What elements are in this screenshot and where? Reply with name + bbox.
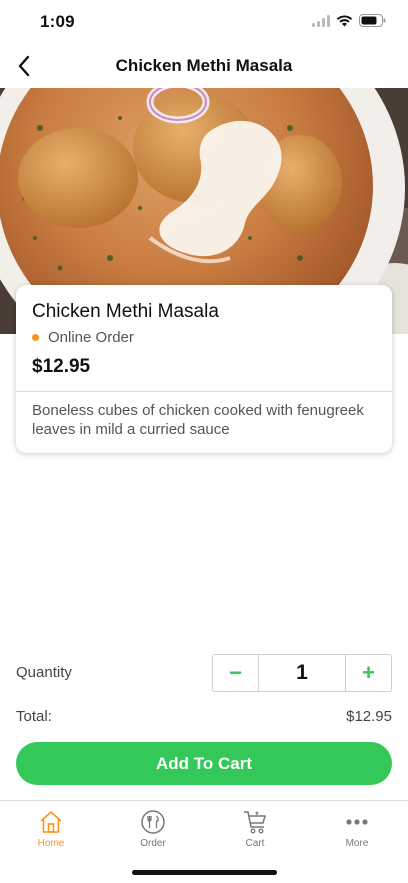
- battery-icon: [359, 14, 386, 27]
- total-row: Total: $12.95: [16, 708, 392, 728]
- page-title: Chicken Methi Masala: [115, 56, 293, 75]
- tab-order-label: Order: [140, 838, 166, 849]
- signal-icon: [312, 14, 330, 27]
- quantity-label: Quantity: [16, 664, 72, 681]
- status-icons: [312, 14, 386, 27]
- tab-cart[interactable]: Cart: [204, 801, 306, 860]
- order-type-label: Online Order: [48, 329, 134, 346]
- tab-home[interactable]: Home: [0, 801, 102, 860]
- order-type: Online Order: [32, 329, 134, 346]
- status-bar: 1:09: [0, 0, 408, 44]
- increase-quantity-button[interactable]: +: [346, 655, 391, 691]
- dish-description: Boneless cubes of chicken cooked with fe…: [32, 402, 364, 438]
- tab-cart-label: Cart: [245, 838, 265, 849]
- tab-home-label: Home: [37, 838, 65, 849]
- add-to-cart-button[interactable]: Add To Cart: [16, 742, 392, 785]
- dish-price: $12.95: [32, 356, 91, 377]
- tab-more-label: More: [345, 838, 369, 849]
- card-divider: [16, 391, 392, 392]
- item-info-card: Chicken Methi Masala Online Order $12.95…: [16, 285, 392, 453]
- home-icon: [38, 809, 64, 835]
- home-indicator[interactable]: [132, 870, 277, 875]
- quantity-row: Quantity − 1 +: [16, 654, 392, 692]
- tab-more[interactable]: More: [306, 801, 408, 860]
- cart-icon: [242, 809, 268, 835]
- order-status-dot-icon: [32, 334, 39, 341]
- status-time: 1:09: [40, 12, 75, 31]
- dish-name: Chicken Methi Masala: [32, 301, 219, 322]
- navigation-bar: Chicken Methi Masala: [0, 44, 408, 88]
- more-dots-icon: [344, 809, 370, 835]
- total-value: $12.95: [346, 708, 392, 725]
- plate-cutlery-icon: [140, 809, 166, 835]
- wifi-icon: [336, 14, 353, 26]
- decrease-quantity-button[interactable]: −: [213, 655, 258, 691]
- tab-bar: Home Order Cart More: [0, 800, 408, 860]
- total-label: Total:: [16, 708, 52, 725]
- tab-order[interactable]: Order: [102, 801, 204, 860]
- quantity-stepper: − 1 +: [212, 654, 392, 692]
- quantity-value: 1: [258, 655, 346, 691]
